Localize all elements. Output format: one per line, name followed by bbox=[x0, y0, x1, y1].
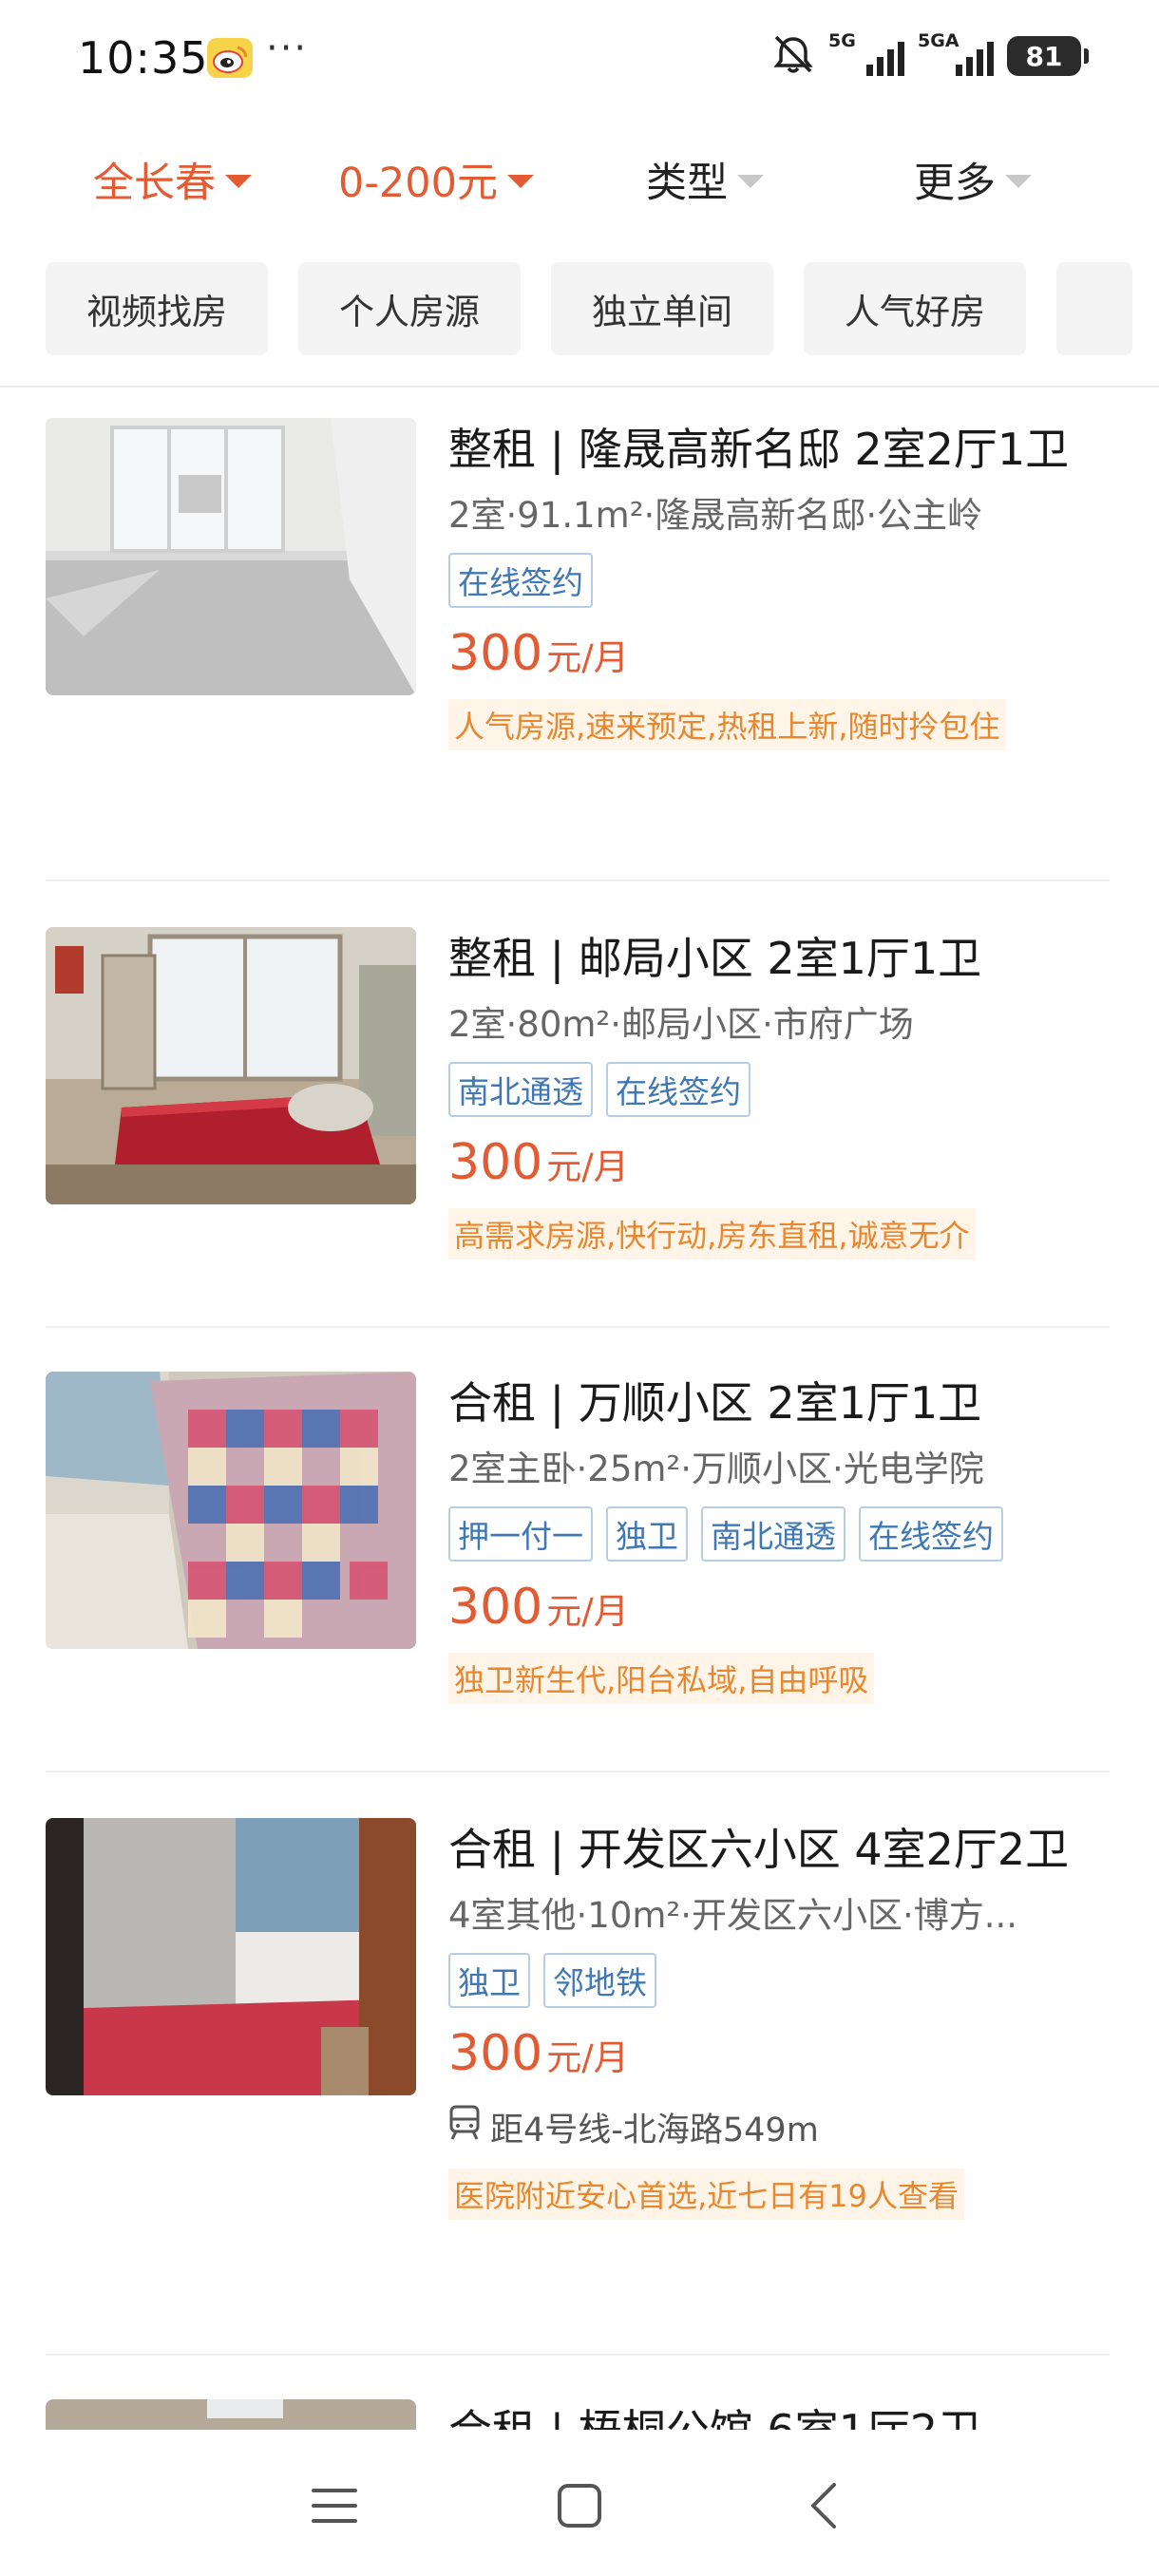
listing-tag: 在线签约 bbox=[859, 1506, 1003, 1562]
listing-meta: 2室·80m²·邮局小区·市府广场 bbox=[448, 1004, 914, 1045]
chip-partial[interactable] bbox=[1056, 262, 1132, 355]
home-square-icon[interactable] bbox=[551, 2477, 608, 2534]
listing-subway: 距4号线-北海路549m bbox=[448, 2103, 1113, 2151]
listing-list[interactable]: 整租 | 隆晟高新名邸 2室2厅1卫 2室·91.1m²·隆晟高新名邸·公主岭 … bbox=[0, 388, 1159, 2430]
listing-slogan: 独卫新生代,阳台私域,自由呼吸 bbox=[448, 1653, 875, 1704]
listing-tag: 邻地铁 bbox=[543, 1953, 656, 2008]
listing-title[interactable]: 合租 | 开发区六小区 4室2厅2卫 bbox=[448, 1818, 1113, 1881]
listing-tag: 独卫 bbox=[448, 1953, 530, 2008]
filter-price[interactable]: 0-200元 bbox=[338, 150, 534, 209]
listing-tag: 押一付一 bbox=[448, 1506, 593, 1562]
listing-meta: 2室主卧·25m²·万顺小区·光电学院 bbox=[448, 1449, 984, 1489]
filter-type[interactable]: 类型 bbox=[646, 150, 764, 209]
listing-price: 300 元/月 bbox=[448, 1579, 1113, 1636]
filter-price-label: 0-200元 bbox=[338, 160, 498, 207]
weibo-logo-icon bbox=[207, 38, 253, 78]
signal-5g-icon: 5G bbox=[828, 30, 904, 80]
caret-down-icon bbox=[225, 175, 252, 188]
filter-city[interactable]: 全长春 bbox=[93, 150, 252, 209]
divider bbox=[46, 1326, 1110, 1328]
listing-tag: 南北通透 bbox=[701, 1506, 846, 1562]
signal-5ga-icon: 5GA bbox=[918, 30, 994, 80]
listing-tag: 独卫 bbox=[606, 1506, 688, 1562]
quick-filter-chips: 视频找房 个人房源 独立单间 人气好房 bbox=[0, 262, 1159, 357]
chip-video[interactable]: 视频找房 bbox=[46, 262, 268, 355]
chip-single-room[interactable]: 独立单间 bbox=[551, 262, 773, 355]
listing-item[interactable]: 整租 | 邮局小区 2室1厅1卫 2室·80m²·邮局小区·市府广场 南北通透 … bbox=[46, 927, 1110, 1326]
listing-slogan: 人气房源,速来预定,热租上新,随时拎包住 bbox=[448, 699, 1006, 750]
listing-tag: 南北通透 bbox=[448, 1062, 593, 1117]
price-value: 300 bbox=[448, 625, 543, 682]
listing-photo[interactable] bbox=[46, 1372, 416, 1649]
listing-photo[interactable] bbox=[46, 418, 416, 695]
signal-5ga-label: 5GA bbox=[918, 30, 960, 51]
price-unit: 元/月 bbox=[546, 637, 629, 678]
price-unit: 元/月 bbox=[546, 2037, 629, 2078]
divider bbox=[46, 880, 1110, 881]
chip-popular[interactable]: 人气好房 bbox=[804, 262, 1026, 355]
caret-down-icon bbox=[1005, 175, 1032, 188]
listing-title[interactable]: 整租 | 隆晟高新名邸 2室2厅1卫 bbox=[448, 418, 1113, 481]
subway-distance: 距4号线-北海路549m bbox=[490, 2112, 819, 2150]
status-more-dots: ··· bbox=[266, 27, 309, 70]
divider bbox=[46, 1771, 1110, 1772]
price-value: 300 bbox=[448, 2025, 543, 2082]
listing-item[interactable]: 合租 | 梧桐公馆 6室1厅2卫 bbox=[46, 2399, 1110, 2430]
listing-title[interactable]: 合租 | 梧桐公馆 6室1厅2卫 bbox=[448, 2399, 1113, 2430]
listing-item[interactable]: 合租 | 开发区六小区 4室2厅2卫 4室其他·10m²·开发区六小区·博方..… bbox=[46, 1818, 1110, 2331]
listing-price: 300 元/月 bbox=[448, 2025, 1113, 2082]
system-nav-bar bbox=[0, 2432, 1159, 2576]
filter-more-label: 更多 bbox=[914, 160, 996, 207]
caret-down-icon bbox=[506, 175, 534, 188]
battery-indicator: 81 bbox=[1007, 36, 1089, 76]
listing-tag: 在线签约 bbox=[448, 553, 593, 608]
price-value: 300 bbox=[448, 1134, 543, 1191]
listing-meta: 2室·91.1m²·隆晟高新名邸·公主岭 bbox=[448, 495, 983, 536]
listing-photo[interactable] bbox=[46, 2399, 416, 2430]
menu-icon[interactable] bbox=[306, 2477, 363, 2534]
status-bar: 10:35 ··· 5G 5GA 81 bbox=[0, 0, 1159, 119]
chip-personal[interactable]: 个人房源 bbox=[298, 262, 521, 355]
divider bbox=[46, 2354, 1110, 2356]
listing-meta: 4室其他·10m²·开发区六小区·博方... bbox=[448, 1895, 1018, 1936]
status-time: 10:35 bbox=[78, 32, 209, 84]
price-value: 300 bbox=[448, 1579, 543, 1636]
listing-item[interactable]: 合租 | 万顺小区 2室1厅1卫 2室主卧·25m²·万顺小区·光电学院 押一付… bbox=[46, 1372, 1110, 1771]
bell-muted-icon bbox=[771, 33, 815, 79]
listing-slogan: 高需求房源,快行动,房东直租,诚意无介 bbox=[448, 1208, 976, 1260]
filter-bar: 全长春 0-200元 类型 更多 bbox=[0, 133, 1159, 218]
listing-tag: 在线签约 bbox=[606, 1062, 750, 1117]
listing-price: 300 元/月 bbox=[448, 625, 1113, 682]
listing-price: 300 元/月 bbox=[448, 1134, 1113, 1191]
listing-photo[interactable] bbox=[46, 1818, 416, 2095]
filter-more[interactable]: 更多 bbox=[914, 150, 1032, 209]
signal-5g-label: 5G bbox=[828, 30, 856, 51]
filter-type-label: 类型 bbox=[646, 160, 728, 207]
filter-city-label: 全长春 bbox=[93, 160, 216, 207]
listing-title[interactable]: 合租 | 万顺小区 2室1厅1卫 bbox=[448, 1372, 1113, 1434]
listing-photo[interactable] bbox=[46, 927, 416, 1204]
listing-item[interactable]: 整租 | 隆晟高新名邸 2室2厅1卫 2室·91.1m²·隆晟高新名邸·公主岭 … bbox=[46, 418, 1110, 864]
listing-slogan: 医院附近安心首选,近七日有19人查看 bbox=[448, 2169, 964, 2220]
price-unit: 元/月 bbox=[546, 1591, 629, 1632]
price-unit: 元/月 bbox=[546, 1146, 629, 1187]
caret-down-icon bbox=[737, 175, 764, 188]
subway-train-icon bbox=[448, 2105, 481, 2150]
listing-title[interactable]: 整租 | 邮局小区 2室1厅1卫 bbox=[448, 927, 1113, 990]
back-chevron-icon[interactable] bbox=[796, 2477, 853, 2534]
